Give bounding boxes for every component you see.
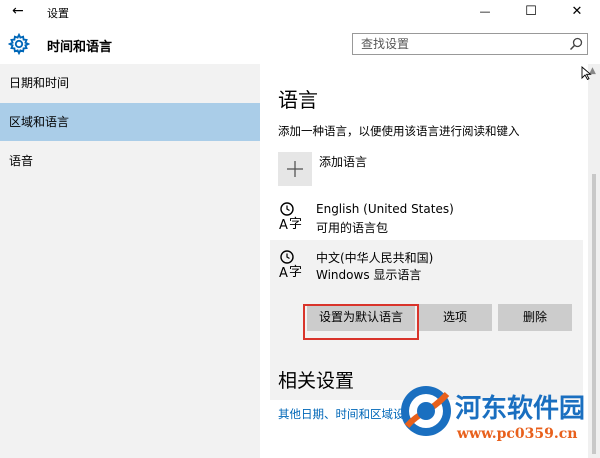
svg-text:字: 字 — [289, 265, 302, 279]
close-icon: ✕ — [571, 4, 583, 19]
language-status: 可用的语言包 — [316, 221, 389, 235]
sidebar-item-region-language[interactable]: 区域和语言 — [0, 103, 260, 141]
search-icon[interactable] — [569, 37, 583, 51]
language-item-english[interactable]: A 字 English (United States) 可用的语言包 — [270, 194, 583, 238]
sidebar-item-date-time[interactable]: 日期和时间 — [0, 64, 260, 102]
plus-icon — [278, 152, 312, 186]
gear-icon — [8, 33, 30, 55]
language-name: English (United States) — [316, 202, 454, 216]
sidebar-item-label: 日期和时间 — [9, 76, 70, 90]
sidebar-item-label: 区域和语言 — [9, 115, 70, 129]
minimize-button[interactable]: — — [462, 0, 508, 24]
svg-text:A: A — [279, 266, 288, 279]
watermark: 河东软件园 www.pc0359.cn — [397, 380, 600, 458]
sidebar: 日期和时间 区域和语言 语音 — [0, 64, 260, 458]
language-status: Windows 显示语言 — [316, 268, 422, 282]
search-input[interactable] — [353, 34, 571, 54]
other-date-time-region-link[interactable]: 其他日期、时间和区域设置 — [278, 406, 416, 422]
svg-text:A: A — [279, 218, 288, 231]
close-button[interactable]: ✕ — [554, 0, 600, 24]
window-title: 设置 — [47, 7, 69, 20]
maximize-button[interactable]: ☐ — [508, 0, 554, 24]
language-icon: A 字 — [279, 202, 302, 231]
sidebar-item-label: 语音 — [9, 154, 34, 168]
sidebar-item-speech[interactable]: 语音 — [0, 142, 260, 180]
language-name: 中文(中华人民共和国) — [316, 251, 434, 265]
watermark-url: www.pc0359.cn — [457, 426, 578, 442]
page-title: 时间和语言 — [47, 40, 113, 55]
language-icon: A 字 — [279, 250, 302, 279]
related-settings-heading: 相关设置 — [278, 370, 355, 392]
options-button[interactable]: 选项 — [418, 304, 492, 331]
watermark-logo-icon — [401, 386, 451, 436]
section-heading-language: 语言 — [278, 88, 318, 112]
section-description: 添加一种语言，以便使用该语言进行阅读和键入 — [278, 124, 520, 138]
svg-text:字: 字 — [289, 217, 302, 231]
back-arrow-icon[interactable]: ← — [12, 3, 24, 19]
watermark-brand: 河东软件园 — [455, 394, 586, 424]
mouse-cursor-icon — [581, 66, 592, 80]
search-box[interactable] — [352, 33, 588, 55]
minimize-icon: — — [479, 5, 491, 18]
maximize-icon: ☐ — [525, 4, 537, 19]
settings-header: 时间和语言 — [0, 24, 600, 64]
remove-button[interactable]: 删除 — [498, 304, 572, 331]
title-bar: ← 设置 — ☐ ✕ — [0, 0, 600, 24]
highlight-box — [303, 304, 419, 340]
add-language-label: 添加语言 — [319, 155, 368, 169]
